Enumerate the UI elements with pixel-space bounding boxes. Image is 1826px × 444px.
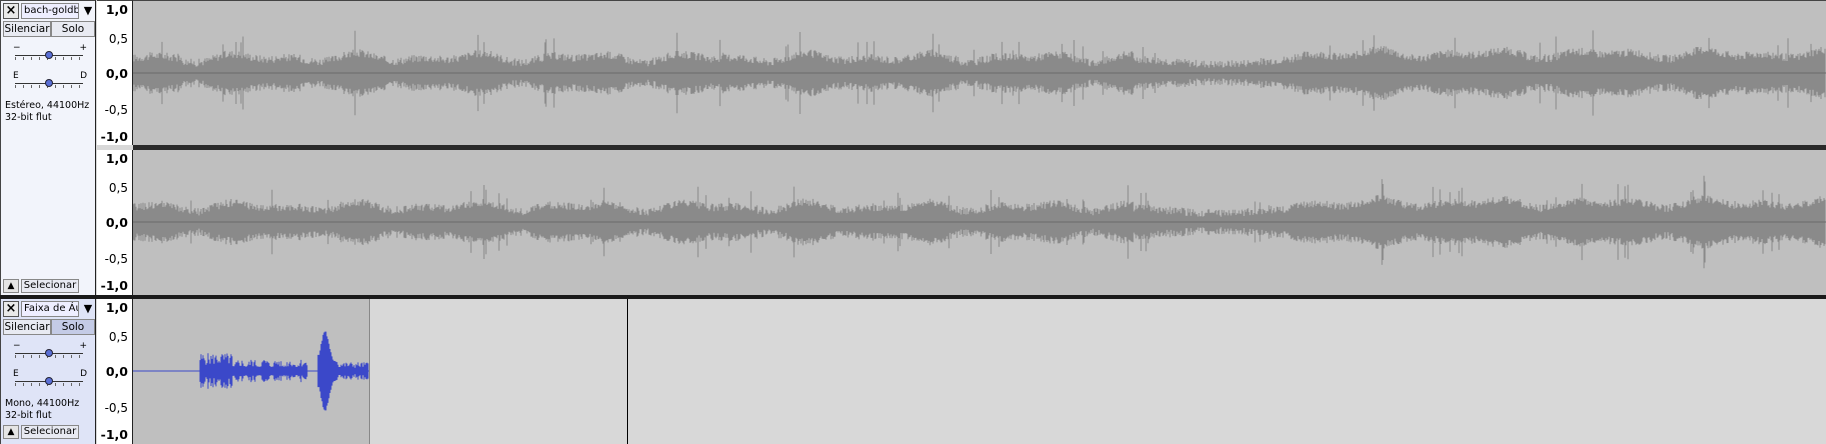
- pan-right-label: D: [80, 71, 87, 81]
- scale-label: 0,5: [108, 32, 128, 46]
- scale-label: 0,0: [105, 66, 128, 81]
- collapse-icon: ▲: [7, 281, 15, 291]
- solo-button[interactable]: Solo: [51, 21, 95, 37]
- pan-slider[interactable]: E D: [9, 71, 89, 91]
- select-button[interactable]: Selecionar: [21, 425, 79, 439]
- gain-minus-label: −: [13, 43, 21, 53]
- gain-minus-label: −: [13, 341, 21, 351]
- track-format-info: Estéreo, 44100Hz 32-bit flut: [5, 100, 89, 124]
- mute-button[interactable]: Silenciar: [3, 319, 51, 335]
- pan-slider[interactable]: E D: [9, 369, 89, 389]
- waveform-right-channel[interactable]: [133, 150, 1826, 295]
- scale-label: -1,0: [100, 278, 128, 293]
- select-button[interactable]: Selecionar: [21, 279, 79, 293]
- vertical-ruler: 1,0 0,5 0,0 -0,5 -1,0: [97, 299, 133, 444]
- collapse-button[interactable]: ▲: [3, 279, 19, 293]
- gain-knob[interactable]: [45, 349, 53, 357]
- gain-knob[interactable]: [45, 51, 53, 59]
- solo-button[interactable]: Solo: [51, 319, 95, 335]
- waveform-graphic: [133, 30, 1826, 116]
- close-track-button[interactable]: ×: [3, 301, 19, 317]
- vertical-ruler-left: 1,0 0,5 0,0 -0,5 -1,0: [97, 0, 133, 145]
- scale-label: -1,0: [100, 129, 128, 144]
- scale-label: 0,5: [108, 330, 128, 344]
- track-control-panel[interactable]: × bach-goldberg ▼ Silenciar Solo − + E D…: [0, 0, 96, 297]
- mute-button[interactable]: Silenciar: [3, 21, 51, 37]
- gain-plus-label: +: [79, 341, 87, 351]
- scale-label: 0,0: [105, 364, 128, 379]
- pan-left-label: E: [13, 71, 19, 81]
- chevron-down-icon[interactable]: ▼: [81, 4, 95, 18]
- pan-left-label: E: [13, 369, 19, 379]
- sample-rate-text: Estéreo, 44100Hz: [5, 100, 90, 111]
- close-track-button[interactable]: ×: [3, 3, 19, 19]
- chevron-down-icon[interactable]: ▼: [81, 302, 95, 316]
- collapse-icon: ▲: [7, 427, 15, 437]
- track-control-panel[interactable]: × Faixa de Áudio ▼ Silenciar Solo − + E …: [0, 299, 96, 444]
- scale-label: 0,0: [105, 215, 128, 230]
- track-name-menu[interactable]: Faixa de Áudio: [21, 301, 79, 317]
- scale-label: -0,5: [104, 103, 128, 117]
- scale-label: 1,0: [105, 2, 128, 17]
- sample-rate-text: Mono, 44100Hz: [5, 398, 80, 409]
- close-icon: ×: [5, 301, 17, 316]
- waveform-left-channel[interactable]: [133, 0, 1826, 146]
- scale-label: 1,0: [105, 300, 128, 315]
- scale-label: -0,5: [104, 401, 128, 415]
- waveform-graphic: [133, 175, 1826, 269]
- vertical-ruler-right: 1,0 0,5 0,0 -0,5 -1,0: [97, 150, 133, 295]
- gain-slider[interactable]: − +: [9, 341, 89, 361]
- close-icon: ×: [5, 3, 17, 18]
- collapse-button[interactable]: ▲: [3, 425, 19, 439]
- pan-right-label: D: [80, 369, 87, 379]
- scale-label: -0,5: [104, 252, 128, 266]
- pan-knob[interactable]: [45, 79, 53, 87]
- scale-label: -1,0: [100, 427, 128, 442]
- waveform-mono[interactable]: [133, 299, 1826, 444]
- bit-depth-text: 32-bit flut: [5, 112, 52, 123]
- gain-slider[interactable]: − +: [9, 43, 89, 63]
- bit-depth-text: 32-bit flut: [5, 410, 52, 421]
- gain-plus-label: +: [79, 43, 87, 53]
- track-audio: × Faixa de Áudio ▼ Silenciar Solo − + E …: [0, 299, 1826, 444]
- track-name-menu[interactable]: bach-goldberg: [21, 3, 79, 19]
- scale-label: 0,5: [108, 181, 128, 195]
- track-bach-goldberg: × bach-goldberg ▼ Silenciar Solo − + E D…: [0, 0, 1826, 297]
- track-format-info: Mono, 44100Hz 32-bit flut: [5, 398, 79, 422]
- waveform-graphic: [133, 331, 369, 411]
- pan-knob[interactable]: [45, 377, 53, 385]
- scale-label: 1,0: [105, 151, 128, 166]
